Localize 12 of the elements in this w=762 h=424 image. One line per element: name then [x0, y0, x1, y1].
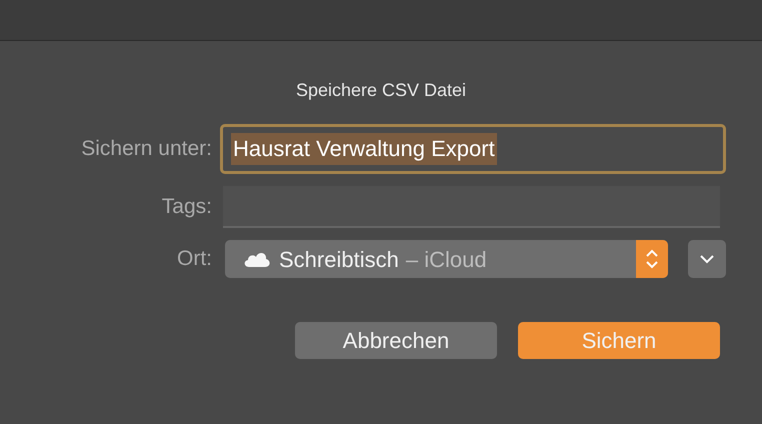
- chevron-icon: [700, 254, 714, 264]
- tags-field[interactable]: [223, 186, 720, 228]
- expand-button[interactable]: [688, 240, 726, 278]
- field-label: Tags:: [160, 194, 212, 220]
- cloud-icon: [243, 250, 271, 268]
- field-label: Sichern unter:: [80, 136, 212, 162]
- cancel-button[interactable]: Abbrechen: [295, 322, 497, 359]
- filename-field[interactable]: Hausrat Verwaltung Export: [220, 124, 726, 174]
- field-label: Ort:: [176, 246, 212, 272]
- location-popup[interactable]: Schreibtisch – iCloud: [225, 240, 668, 278]
- dialog-title: Speichere CSV Datei: [294, 79, 468, 102]
- stepper-icon: [645, 247, 659, 271]
